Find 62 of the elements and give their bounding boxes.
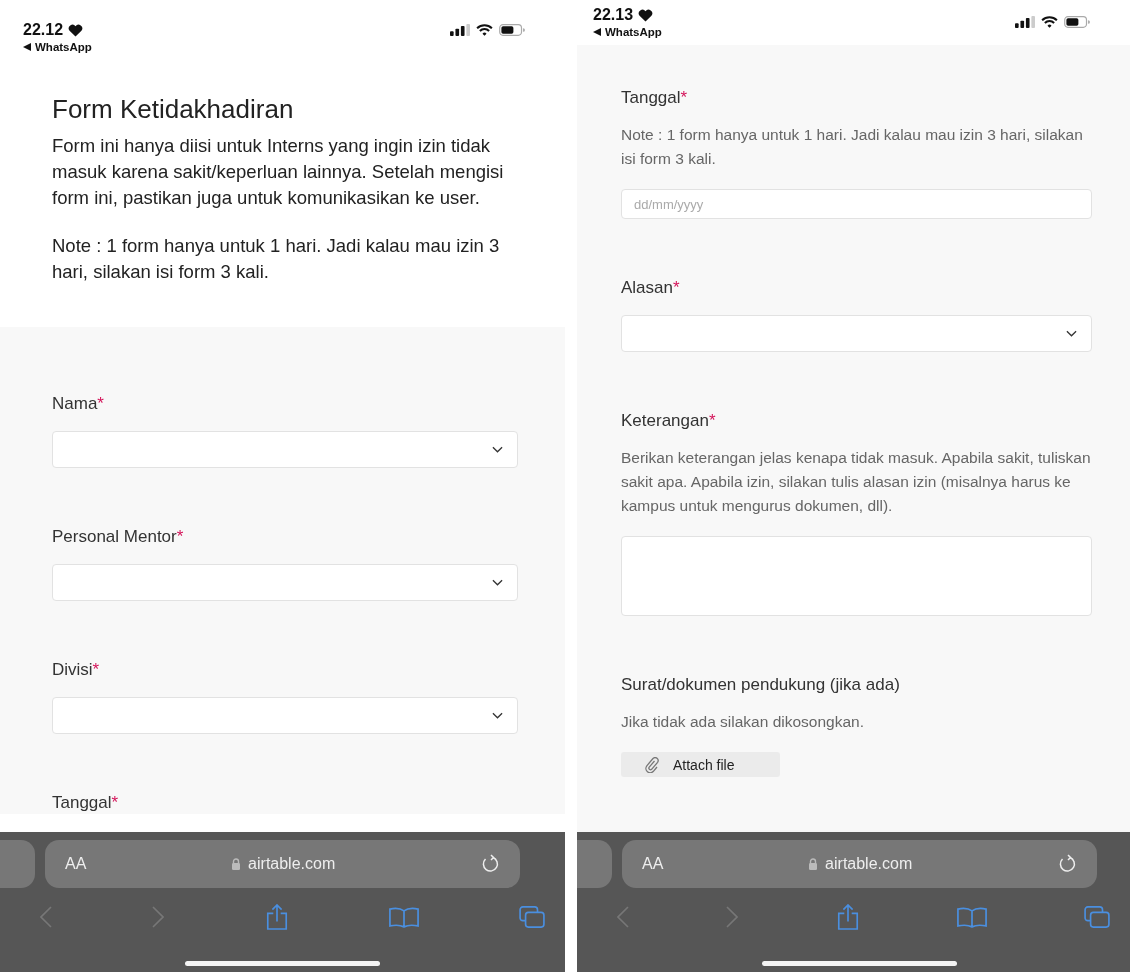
field-label: Alasan* <box>621 277 681 299</box>
text-size-button[interactable]: AA <box>65 855 87 873</box>
back-triangle-icon[interactable] <box>593 28 601 36</box>
lock-icon <box>808 858 819 870</box>
field-label: Divisi* <box>52 659 101 681</box>
paperclip-icon <box>645 756 659 773</box>
dropdown-field[interactable] <box>52 431 518 468</box>
share-icon[interactable] <box>264 904 289 930</box>
dropdown-field[interactable] <box>52 564 518 601</box>
back-icon[interactable] <box>617 906 629 928</box>
dropdown-field[interactable] <box>621 315 1092 352</box>
field-label: Nama* <box>52 393 105 415</box>
field-label: Surat/dokumen pendukung (jika ada) <box>621 674 901 696</box>
form-title: Form Ketidakhadiran <box>52 94 295 125</box>
status-time: 22.13 <box>593 6 634 24</box>
field-description: Note : 1 form hanya untuk 1 hari. Jadi kalau mau izin 3 hari, silakan isi form 3 kali. <box>621 125 1084 169</box>
text-area-field[interactable] <box>621 536 1092 616</box>
tabs-icon[interactable] <box>1084 906 1110 928</box>
address-bar[interactable]: AA airtable.com <box>622 840 1097 888</box>
url-text: airtable.com <box>825 855 913 873</box>
heart-icon <box>68 23 84 37</box>
previous-tab-bar[interactable] <box>577 840 612 888</box>
back-to-app-link[interactable]: WhatsApp <box>605 26 662 38</box>
form-description: Form ini hanya diisi untuk Interns yang ingin izin tidak masuk karena sakit/keperluan lainnya. Setelah mengisi form ini, pastikan juga untuk komunikasikan ke user. <box>52 134 505 210</box>
reload-icon[interactable] <box>1057 854 1077 874</box>
forward-icon[interactable] <box>726 906 739 928</box>
field-description: Berikan keterangan jelas kenapa tidak masuk. Apabila sakit, tuliskan sakit apa. Apabila izin, silakan tulis alasan izin (misalnya harus ke kampus untuk mengurus dokumen, dll). <box>621 448 1092 516</box>
bookmarks-icon[interactable] <box>388 906 419 928</box>
signal-icon <box>1015 16 1035 28</box>
chevron-down-icon <box>1066 330 1077 337</box>
wifi-icon <box>1041 16 1058 28</box>
battery-icon <box>499 24 525 36</box>
chevron-down-icon <box>492 579 503 586</box>
dropdown-field[interactable] <box>52 697 518 734</box>
address-bar[interactable]: AA airtable.com <box>45 840 520 888</box>
back-icon[interactable] <box>40 906 52 928</box>
url-text: airtable.com <box>248 855 336 873</box>
field-label: Tanggal* <box>52 792 120 814</box>
text-size-button[interactable]: AA <box>642 855 664 873</box>
form-note: Note : 1 form hanya untuk 1 hari. Jadi kalau mau izin 3 hari, silakan isi form 3 kali. <box>52 234 501 284</box>
chevron-down-icon <box>492 712 503 719</box>
bookmarks-icon[interactable] <box>956 906 987 928</box>
share-icon[interactable] <box>835 904 860 930</box>
tabs-icon[interactable] <box>519 906 545 928</box>
lock-icon <box>231 858 242 870</box>
status-time: 22.12 <box>23 21 64 39</box>
field-description: Jika tidak ada silakan dikosongkan. <box>621 712 865 732</box>
back-to-app-link[interactable]: WhatsApp <box>35 41 92 53</box>
back-triangle-icon[interactable] <box>23 43 31 51</box>
date-input-field[interactable]: dd/mm/yyyy <box>621 189 1092 219</box>
field-label: Keterangan* <box>621 410 717 432</box>
forward-icon[interactable] <box>152 906 165 928</box>
reload-icon[interactable] <box>480 854 500 874</box>
chevron-down-icon <box>492 446 503 453</box>
wifi-icon <box>476 24 493 36</box>
attach-file-button[interactable]: Attach file <box>621 752 780 777</box>
previous-tab-bar[interactable] <box>0 840 35 888</box>
battery-icon <box>1064 16 1090 28</box>
signal-icon <box>450 24 470 36</box>
field-label: Personal Mentor* <box>52 526 185 548</box>
field-label: Tanggal* <box>621 87 689 109</box>
heart-icon <box>638 8 654 22</box>
